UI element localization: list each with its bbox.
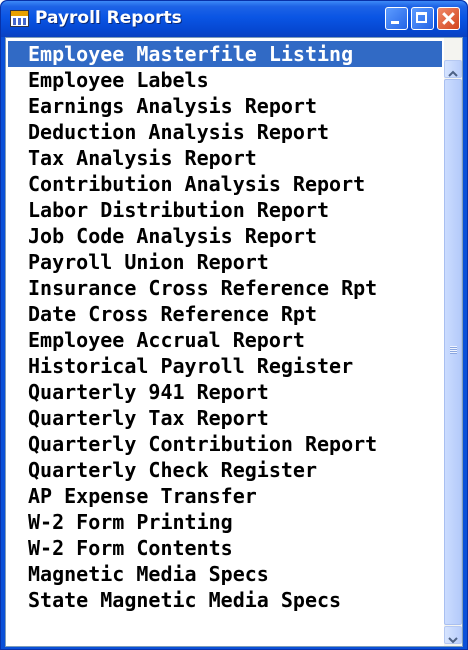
report-list-item[interactable]: Deduction Analysis Report [8, 119, 442, 145]
maximize-button[interactable] [411, 7, 434, 30]
chevron-up-icon [448, 64, 458, 77]
thumb-grip-icon [450, 346, 457, 354]
report-list-item[interactable]: Earnings Analysis Report [8, 93, 442, 119]
report-list-box[interactable]: Employee Masterfile Listing Employee Labe… [5, 37, 463, 647]
report-list-item[interactable]: Magnetic Media Specs [8, 561, 442, 587]
report-list-item[interactable]: Quarterly 941 Report [8, 379, 442, 405]
report-list-item[interactable]: State Magnetic Media Specs [8, 587, 442, 613]
report-list-item[interactable]: Employee Masterfile Listing [8, 41, 442, 67]
report-list-item[interactable]: Quarterly Check Register [8, 457, 442, 483]
report-list-item[interactable]: AP Expense Transfer [8, 483, 442, 509]
report-list-item[interactable]: Date Cross Reference Rpt [8, 301, 442, 327]
report-list-item[interactable]: Employee Accrual Report [8, 327, 442, 353]
report-list-item[interactable]: W-2 Form Contents [8, 535, 442, 561]
payroll-reports-window: Payroll Reports Employee Masterfile List… [0, 0, 468, 650]
chevron-down-icon [448, 630, 458, 644]
report-list-item[interactable]: Quarterly Tax Report [8, 405, 442, 431]
window-title: Payroll Reports [35, 8, 182, 28]
close-button[interactable] [437, 7, 460, 30]
scroll-thumb[interactable] [444, 79, 462, 625]
report-list-item[interactable]: Tax Analysis Report [8, 145, 442, 171]
report-window-icon[interactable] [10, 10, 29, 27]
report-list-item[interactable]: Insurance Cross Reference Rpt [8, 275, 442, 301]
vertical-scrollbar[interactable] [444, 38, 462, 646]
report-list-item[interactable]: W-2 Form Printing [8, 509, 442, 535]
minimize-button[interactable] [385, 7, 408, 30]
report-list-item[interactable]: Job Code Analysis Report [8, 223, 442, 249]
report-list-item[interactable]: Historical Payroll Register [8, 353, 442, 379]
report-list-item[interactable]: Employee Labels [8, 67, 442, 93]
report-list-item[interactable]: Quarterly Contribution Report [8, 431, 442, 457]
report-list-item[interactable]: Contribution Analysis Report [8, 171, 442, 197]
report-list-item[interactable]: Labor Distribution Report [8, 197, 442, 223]
title-bar[interactable]: Payroll Reports [1, 1, 467, 37]
report-list-item[interactable]: Payroll Union Report [8, 249, 442, 275]
scroll-up-button[interactable] [444, 60, 462, 78]
report-list: Employee Masterfile Listing Employee Labe… [6, 38, 444, 646]
scroll-down-button[interactable] [444, 626, 462, 644]
